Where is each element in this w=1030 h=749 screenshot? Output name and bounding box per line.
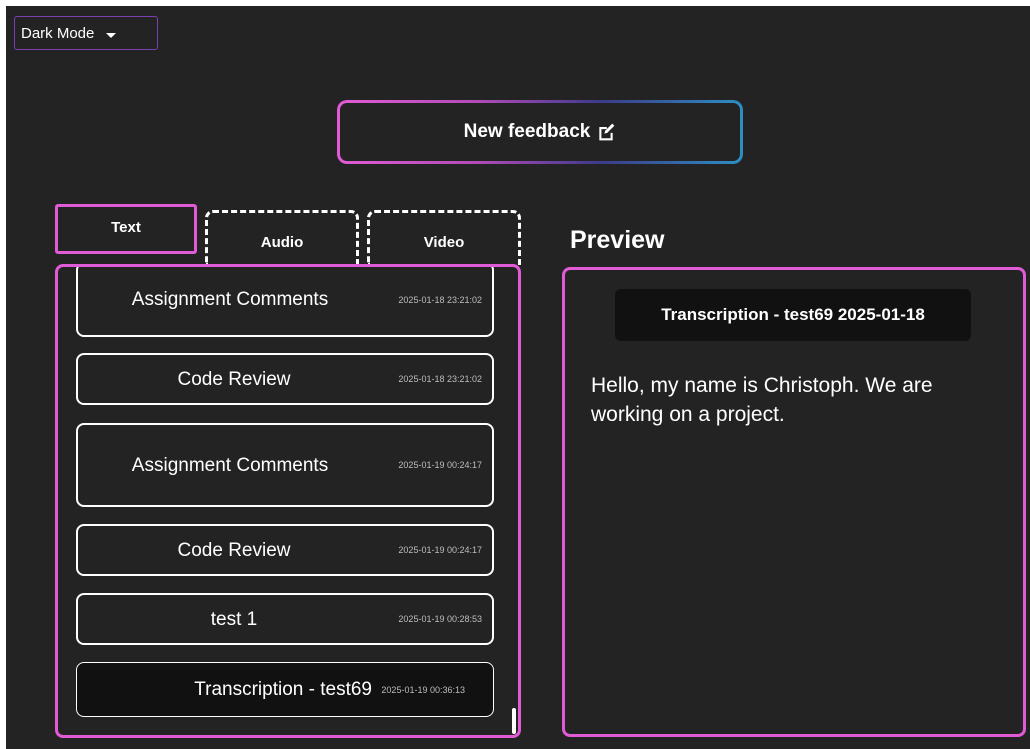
theme-dropdown-label: Dark Mode (21, 24, 95, 42)
list-item-title: Assignment Comments (131, 454, 329, 476)
tab-text-label: Text (111, 218, 141, 236)
list-item-date: 2025-01-19 00:24:17 (398, 545, 482, 555)
preview-heading: Preview (570, 226, 665, 254)
app-root: Dark Mode New feedback Text Audio Video … (6, 6, 1030, 749)
caret-down-icon (106, 32, 117, 38)
new-feedback-label: New feedback (463, 121, 591, 142)
new-feedback-button[interactable]: New feedback (337, 100, 743, 164)
list-item[interactable]: Assignment Comments 2025-01-18 23:21:02 (76, 267, 494, 337)
tab-video-label: Video (423, 234, 465, 251)
edit-icon (599, 123, 615, 141)
list-item-selected[interactable]: Transcription - test69 2025-01-19 00:36:… (76, 662, 494, 717)
list-item-date: 2025-01-19 00:28:53 (398, 614, 482, 624)
feedback-list: Assignment Comments 2025-01-18 23:21:02 … (58, 267, 518, 735)
list-item[interactable]: test 1 2025-01-19 00:28:53 (76, 593, 494, 645)
list-item-date: 2025-01-19 00:24:17 (398, 460, 482, 470)
preview-body-text: Hello, my name is Christoph. We are work… (591, 374, 933, 426)
tab-text[interactable]: Text (55, 204, 197, 254)
list-item-date: 2025-01-18 23:21:02 (398, 374, 482, 384)
list-scrollbar-thumb[interactable] (512, 708, 516, 734)
list-item[interactable]: Assignment Comments 2025-01-19 00:24:17 (76, 423, 494, 507)
feedback-list-panel: Assignment Comments 2025-01-18 23:21:02 … (55, 264, 521, 738)
list-item-title: Transcription - test69 (194, 679, 372, 700)
list-item-date: 2025-01-18 23:21:02 (398, 294, 482, 305)
list-item[interactable]: Code Review 2025-01-19 00:24:17 (76, 524, 494, 576)
tab-video[interactable]: Video (367, 210, 521, 266)
list-item[interactable]: Code Review 2025-01-18 23:21:02 (76, 353, 494, 405)
list-item-title: Code Review (177, 368, 291, 390)
list-item-date: 2025-01-19 00:36:13 (381, 684, 465, 695)
preview-title-badge: Transcription - test69 2025-01-18 (615, 289, 971, 341)
theme-dropdown[interactable]: Dark Mode (14, 16, 158, 50)
preview-panel: Transcription - test69 2025-01-18 Hello,… (562, 267, 1026, 737)
tab-audio-label: Audio (260, 234, 304, 251)
list-item-title: test 1 (210, 608, 258, 630)
list-item-title: Code Review (177, 539, 291, 561)
list-item-title: Assignment Comments (131, 289, 329, 310)
tab-audio[interactable]: Audio (205, 210, 359, 266)
new-feedback-button-inner: New feedback (340, 103, 740, 161)
